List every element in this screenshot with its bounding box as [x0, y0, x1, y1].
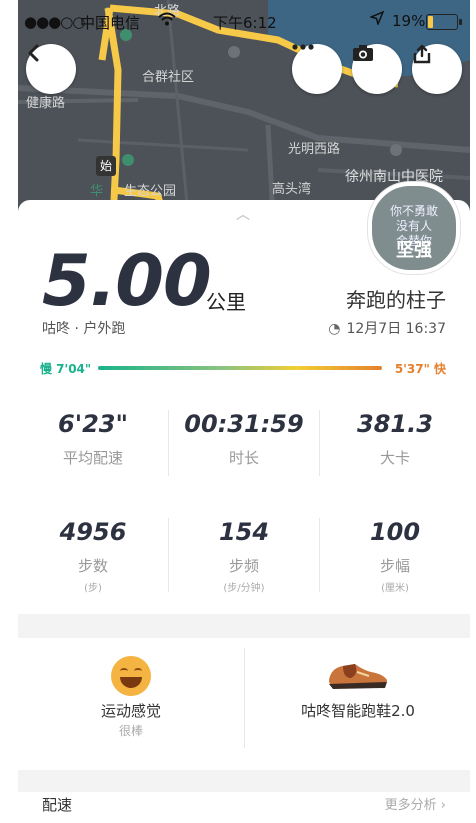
stat-calories: 381.3 大卡 [320, 410, 470, 468]
back-button[interactable] [26, 44, 76, 94]
stat-unit: (步/分钟) [223, 583, 265, 594]
stat-value: 154 [218, 518, 270, 546]
stat-duration: 00:31:59 时长 [169, 410, 319, 468]
stat-cadence: 154 步频 (步/分钟) [169, 518, 319, 594]
pace-range-bar: 慢 7'04" 5'37" 快 [40, 360, 446, 378]
stat-label: 步幅 [379, 557, 410, 575]
chevron-up-icon[interactable]: ︿ [236, 204, 250, 224]
map-label: 合群社区 [142, 70, 195, 85]
running-shoe[interactable]: 咕咚智能跑鞋2.0 [245, 638, 470, 770]
map-label: 生态公园 [124, 184, 177, 199]
distance-value: 5.00 [42, 240, 212, 322]
stat-label: 时长 [228, 449, 259, 467]
stats-row-2: 4956 步数 (步) 154 步频 (步/分钟) 100 步幅 (厘米) [18, 518, 470, 602]
feeling-title: 运动感觉 [100, 702, 161, 720]
screen: 合群社区 健康路 光明西路 徐州南山中医院 高头湾 华 生态公园 北路 始 ●●… [18, 0, 470, 823]
status-bar: ●●●○○ 中国电信 下午6:12 19% [18, 0, 470, 40]
exercise-feeling[interactable]: 运动感觉 很棒 [18, 638, 244, 770]
more-dots-icon [292, 44, 314, 50]
pace-gradient [98, 366, 382, 370]
stat-steps: 4956 步数 (步) [18, 518, 168, 594]
share-icon [413, 44, 431, 64]
running-shoe-icon [329, 664, 387, 689]
signal-strength: ●●●○○ [24, 13, 85, 31]
camera-icon [353, 45, 373, 61]
feeling-shoe-row: 运动感觉 很棒 咕咚智能跑鞋2.0 [18, 638, 470, 770]
status-time: 下午6:12 [213, 14, 277, 32]
slowest-pace: 慢 7'04" [40, 362, 92, 376]
stat-unit: (厘米) [381, 583, 409, 594]
chevron-left-icon [28, 44, 39, 62]
smiley-face-icon [111, 656, 151, 696]
section-separator [18, 770, 470, 792]
more-analysis-link[interactable]: 更多分析 › [385, 794, 446, 813]
carrier-name: 中国电信 [80, 14, 141, 32]
workout-datetime: ◔ 12月7日 16:37 [328, 318, 446, 338]
stats-row-1: 6'23" 平均配速 00:31:59 时长 381.3 大卡 [18, 410, 470, 490]
user-name[interactable]: 奔跑的柱子 [346, 284, 446, 313]
stat-value: 6'23" [58, 410, 128, 438]
stat-value: 100 [369, 518, 421, 546]
shoe-title: 咕咚智能跑鞋2.0 [301, 702, 415, 720]
map-label: 高头湾 [272, 182, 312, 197]
badge-line: 你不勇敢 [389, 204, 438, 218]
camera-button[interactable] [352, 44, 402, 94]
datetime-text: 12月7日 16:37 [346, 321, 446, 337]
moon-icon: ◔ [328, 321, 341, 337]
motto-badge[interactable]: 你不勇敢 没有人 会替你 坚强 [368, 182, 460, 274]
pace-section-header: 配速 更多分析 › [18, 792, 470, 823]
stat-stride: 100 步幅 (厘米) [320, 518, 470, 594]
feeling-value: 很棒 [118, 724, 143, 738]
share-button[interactable] [412, 44, 462, 94]
stat-avg-pace: 6'23" 平均配速 [18, 410, 168, 468]
workout-summary-card: ︿ 你不勇敢 没有人 会替你 坚强 5.00 公里 奔跑的柱子 咕咚 · 户外跑… [18, 182, 470, 823]
stat-label: 大卡 [379, 449, 410, 467]
stat-label: 步频 [228, 557, 259, 575]
fastest-pace: 5'37" 快 [394, 362, 446, 376]
badge-line: 没有人 [395, 219, 432, 233]
section-separator [18, 614, 470, 638]
battery-percent: 19% [392, 12, 426, 30]
distance-unit: 公里 [206, 290, 246, 314]
map-label: 光明西路 [288, 142, 341, 157]
stat-unit: (步) [84, 583, 102, 594]
stat-label: 平均配速 [62, 449, 123, 467]
stat-value: 4956 [59, 518, 127, 546]
activity-type: 咕咚 · 户外跑 [42, 321, 126, 337]
badge-highlight: 坚强 [396, 240, 432, 261]
start-marker: 始 [96, 156, 116, 176]
pace-section-title: 配速 [42, 796, 73, 814]
map-label: 华 [90, 184, 104, 199]
more-button[interactable] [292, 44, 342, 94]
battery-icon [426, 14, 462, 30]
stat-value: 00:31:59 [184, 410, 304, 438]
stat-label: 步数 [77, 557, 108, 575]
stat-value: 381.3 [357, 410, 433, 438]
map-label: 健康路 [26, 96, 66, 111]
